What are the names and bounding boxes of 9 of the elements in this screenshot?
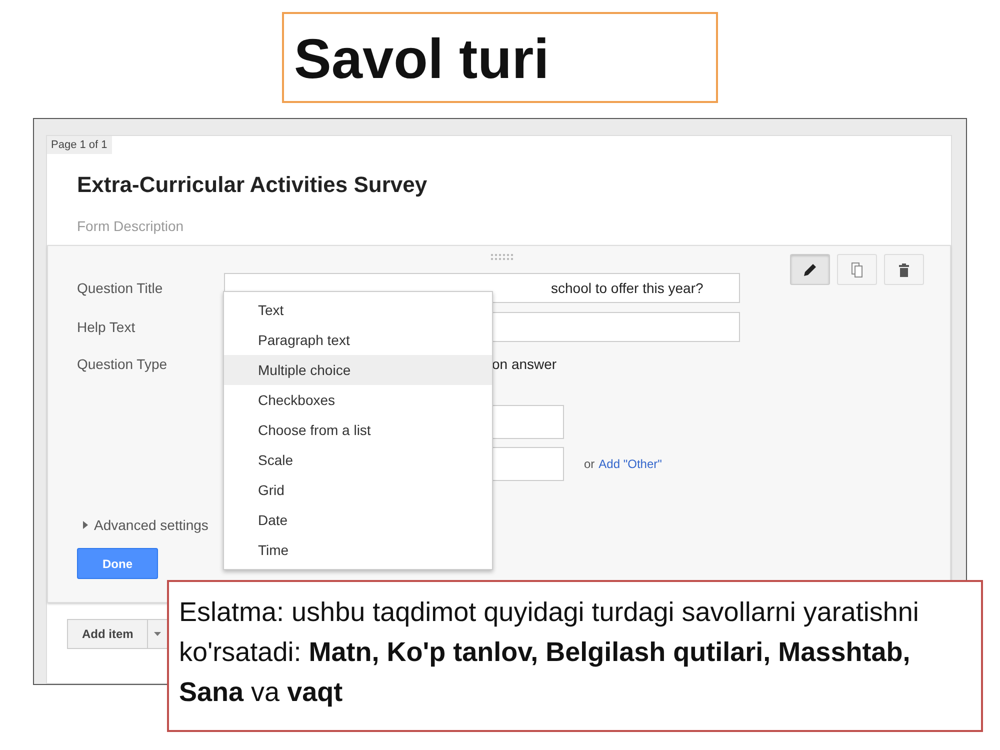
field-label: Question Type xyxy=(77,356,168,372)
page-label: Page 1 of 1 xyxy=(47,136,112,154)
field-label: Help Text xyxy=(77,319,136,335)
note-text: Eslatma: ushbu taqdimot quyidagi turdagi savollarni yaratishni ko'rsatadi: Matn, Ko'p tanlov, Belgilash qutilari, Masshtab, Sana va vaqt xyxy=(167,580,983,732)
slide-title: Savol turi xyxy=(282,12,718,103)
field-label: Question Title xyxy=(77,280,164,296)
form-title: Extra-Curricular Activities Survey xyxy=(77,172,428,198)
or-text: or xyxy=(584,457,595,471)
question-type-value: on answer xyxy=(492,356,558,372)
